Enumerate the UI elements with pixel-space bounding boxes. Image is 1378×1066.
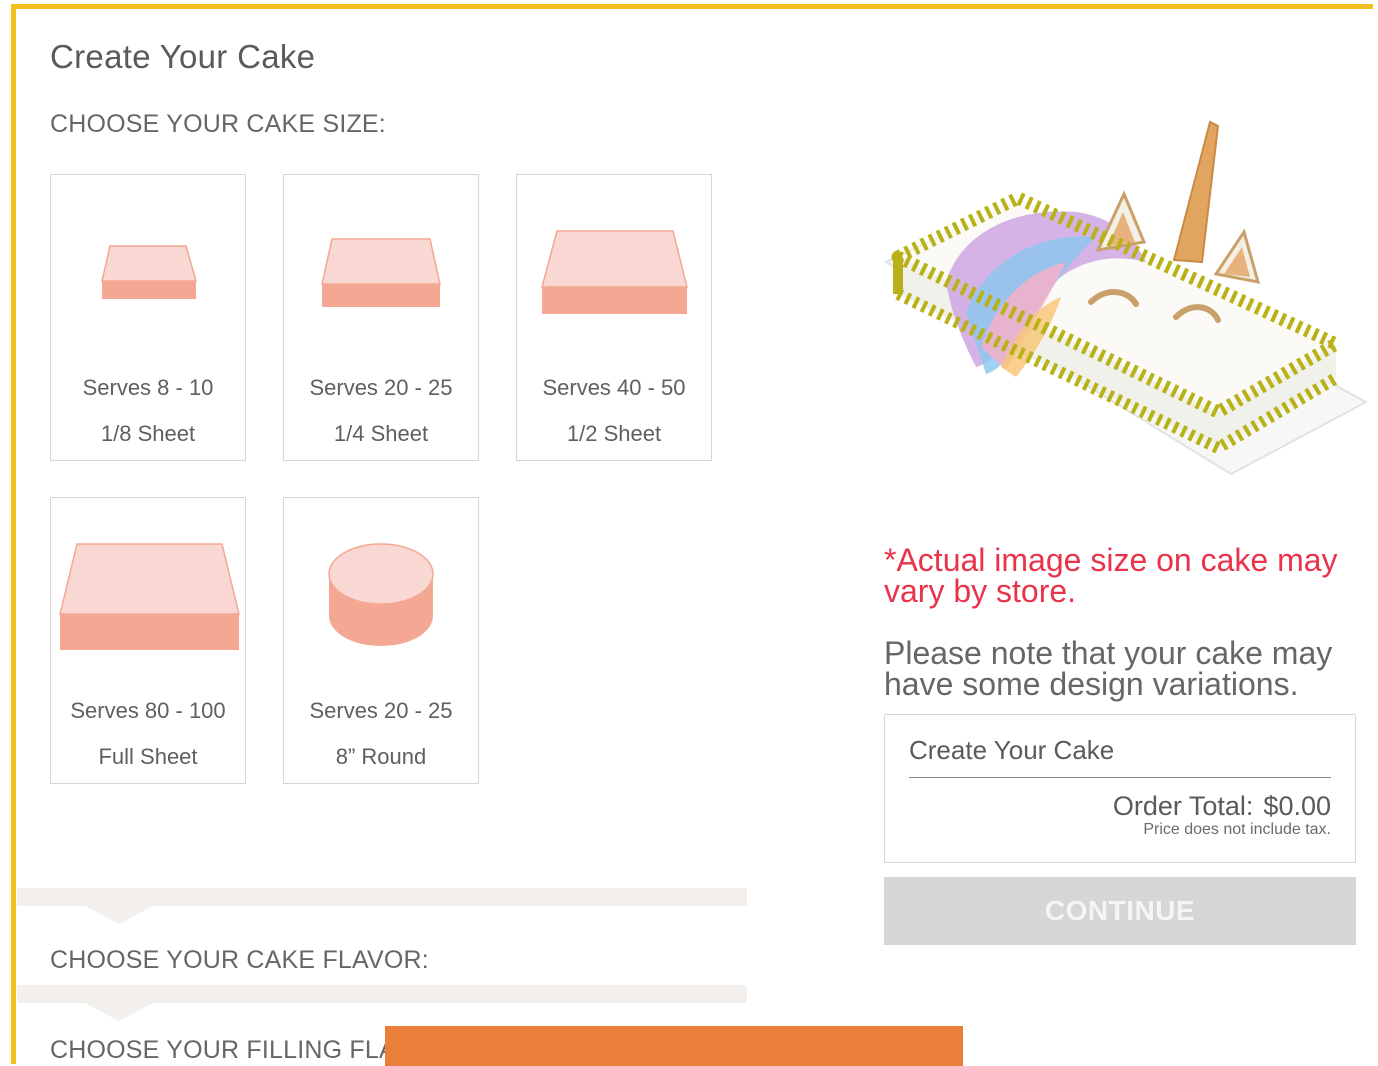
size-serves-label: Serves 20 - 25 — [309, 698, 453, 723]
size-serves-label: Serves 20 - 25 — [309, 375, 453, 400]
page-title: Create Your Cake — [50, 38, 316, 75]
size-serves-label: Serves 8 - 10 — [82, 375, 214, 400]
size-name-label: 8” Round — [335, 744, 427, 769]
order-total-value: $0.00 — [1263, 791, 1331, 821]
size-name-label: 1/2 Sheet — [566, 421, 662, 446]
design-variation-note: Please note that your cake may have some… — [884, 635, 1333, 702]
sheet-cake-icon — [321, 238, 441, 307]
size-name-label: 1/8 Sheet — [100, 421, 196, 446]
section-divider — [17, 888, 747, 924]
size-option-8in-round[interactable]: Serves 20 - 25 8” Round — [283, 497, 479, 784]
cake-flavor-section-label[interactable]: CHOOSE YOUR CAKE FLAVOR: — [50, 946, 429, 975]
size-serves-label: Serves 40 - 50 — [542, 375, 686, 400]
sheet-cake-icon — [541, 230, 688, 314]
overlay-bar — [385, 1026, 963, 1066]
cake-preview-image — [883, 120, 1369, 476]
size-name-label: Full Sheet — [98, 744, 198, 769]
order-total: Order Total: $0.00 — [1113, 791, 1331, 822]
order-total-label: Order Total: — [1112, 791, 1254, 821]
section-divider — [17, 985, 747, 1021]
order-summary-panel: Create Your Cake Order Total: $0.00 Price… — [884, 714, 1356, 863]
continue-button[interactable]: CONTINUE — [884, 877, 1356, 945]
cake-size-section-label: CHOOSE YOUR CAKE SIZE: — [50, 110, 386, 138]
sheet-cake-icon — [59, 543, 240, 650]
summary-title: Create Your Cake — [909, 735, 1115, 765]
size-serves-label: Serves 80 - 100 — [70, 698, 226, 723]
size-option-full-sheet[interactable]: Serves 80 - 100 Full Sheet — [50, 497, 246, 784]
size-option-half-sheet[interactable]: Serves 40 - 50 1/2 Sheet — [516, 174, 712, 461]
size-option-eighth-sheet[interactable]: Serves 8 - 10 1/8 Sheet — [50, 174, 246, 461]
size-name-label: 1/4 Sheet — [333, 421, 429, 446]
size-option-quarter-sheet[interactable]: Serves 20 - 25 1/4 Sheet — [283, 174, 479, 461]
tax-note: Price does not include tax. — [1143, 821, 1331, 838]
summary-divider — [909, 777, 1331, 778]
round-cake-icon — [328, 543, 434, 646]
image-size-disclaimer: *Actual image size on cake may vary by s… — [884, 542, 1338, 609]
sheet-cake-icon — [101, 245, 197, 299]
